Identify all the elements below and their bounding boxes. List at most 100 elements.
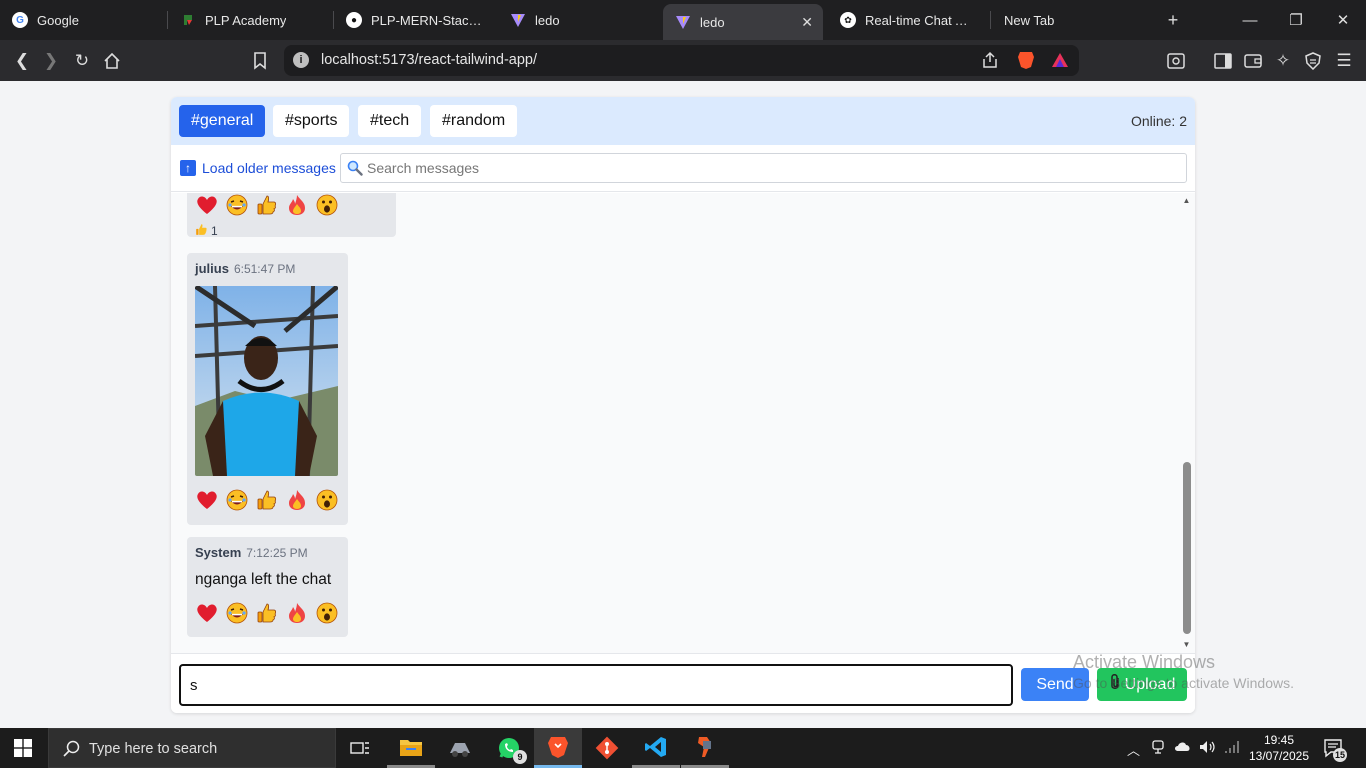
message-time: 7:12:25 PM	[246, 546, 308, 560]
thumbs-up-icon	[195, 223, 208, 239]
tab-label: PLP-MERN-Stack-Dev	[371, 12, 486, 28]
search-input[interactable]	[367, 154, 1177, 182]
onedrive-icon[interactable]	[1174, 740, 1192, 755]
laughing-reaction-icon[interactable]	[225, 601, 249, 625]
share-icon[interactable]	[981, 51, 999, 74]
room-general-button[interactable]: #general	[179, 105, 266, 137]
message-item: 1	[187, 193, 396, 239]
windows-start-icon[interactable]	[14, 739, 32, 757]
scrollbar-thumb[interactable]	[1183, 462, 1191, 634]
tab-ledo[interactable]: ledo	[498, 0, 658, 40]
message-scrollbar[interactable]: ▲ ▼	[1182, 197, 1191, 649]
heart-reaction-icon[interactable]	[195, 193, 219, 217]
restore-icon[interactable]: ❐	[1273, 0, 1319, 40]
laughing-reaction-icon[interactable]	[225, 488, 249, 512]
whatsapp-icon[interactable]: 9	[485, 728, 533, 768]
whatsapp-badge: 9	[513, 750, 527, 764]
surprised-reaction-icon[interactable]	[315, 488, 339, 512]
room-tech-button[interactable]: #tech	[358, 105, 422, 137]
reload-icon[interactable]: ↻	[69, 48, 95, 74]
compose-bar: Send Upload	[171, 653, 1195, 713]
scroll-up-icon[interactable]: ▲	[1182, 197, 1191, 205]
brave-shields-icon[interactable]	[1017, 50, 1035, 75]
url-text: localhost:5173/react-tailwind-app/	[321, 52, 538, 68]
github-icon: ●	[346, 12, 362, 28]
app-icon[interactable]	[436, 728, 484, 768]
tab-label: Google	[37, 12, 79, 28]
brave-browser-icon[interactable]	[534, 728, 582, 768]
message-input[interactable]	[179, 664, 1013, 706]
brave-rewards-icon[interactable]	[1051, 51, 1069, 74]
back-icon[interactable]: ❮	[9, 48, 35, 74]
reader-mode-icon[interactable]	[1163, 48, 1189, 74]
search-box	[340, 153, 1187, 183]
thumbs-up-reaction-icon[interactable]	[255, 488, 279, 512]
message-text: nganga left the chat	[195, 571, 332, 588]
tray-chevron-up-icon[interactable]: ︿	[1127, 740, 1140, 759]
volume-icon[interactable]	[1199, 740, 1217, 757]
search-row: ↑ Load older messages	[171, 145, 1195, 192]
laughing-reaction-icon[interactable]	[225, 193, 249, 217]
search-icon	[347, 160, 363, 176]
wallet-icon[interactable]	[1240, 48, 1266, 74]
up-arrow-icon: ↑	[180, 160, 196, 176]
address-bar[interactable]: i localhost:5173/react-tailwind-app/	[284, 45, 1079, 76]
vpn-icon[interactable]	[1300, 48, 1326, 74]
room-random-button[interactable]: #random	[430, 105, 518, 137]
surprised-reaction-icon[interactable]	[315, 601, 339, 625]
tab-plp-academy[interactable]: PLP Academy	[168, 0, 332, 40]
forward-icon[interactable]: ❯	[38, 48, 64, 74]
taskbar-clock[interactable]: 19:45 13/07/2025	[1246, 732, 1312, 764]
scroll-down-icon[interactable]: ▼	[1182, 641, 1191, 649]
browser-tab-bar: G Google PLP Academy ● PLP-MERN-Stack-De…	[0, 0, 1366, 40]
minimize-icon[interactable]: —	[1227, 0, 1273, 40]
tab-new[interactable]: New Tab	[992, 0, 1142, 40]
tab-google[interactable]: G Google	[0, 0, 166, 40]
meet-now-icon[interactable]	[1151, 740, 1165, 757]
tab-label: New Tab	[1004, 12, 1055, 28]
vite-icon	[510, 12, 526, 28]
fire-reaction-icon[interactable]	[285, 488, 309, 512]
close-icon[interactable]: ✕	[801, 14, 813, 31]
load-older-label: Load older messages	[202, 160, 336, 176]
tab-chat-app[interactable]: ✿ Real-time Chat App S	[828, 0, 988, 40]
thumbs-up-reaction-icon[interactable]	[255, 601, 279, 625]
window-close-icon[interactable]: ✕	[1320, 0, 1366, 40]
browser-toolbar: ❮ ❯ ↻ i localhost:5173/react-tailwind-ap…	[0, 40, 1366, 81]
clock-time: 19:45	[1263, 733, 1295, 747]
new-tab-plus-icon[interactable]: +	[1150, 0, 1196, 40]
surprised-reaction-icon[interactable]	[315, 193, 339, 217]
tab-github[interactable]: ● PLP-MERN-Stack-Dev	[334, 0, 498, 40]
message-photo[interactable]	[195, 286, 338, 476]
menu-icon[interactable]: ☰	[1331, 48, 1357, 74]
tab-label: ledo	[700, 14, 725, 30]
thumbs-up-reaction-icon[interactable]	[255, 193, 279, 217]
fire-reaction-icon[interactable]	[285, 193, 309, 217]
leo-ai-icon[interactable]: ✧	[1270, 48, 1296, 74]
bookmark-icon[interactable]	[247, 48, 273, 74]
load-older-button[interactable]: ↑ Load older messages	[180, 160, 336, 176]
home-icon[interactable]	[99, 48, 125, 74]
tab-ledo-active[interactable]: ledo ✕	[663, 4, 823, 40]
heart-reaction-icon[interactable]	[195, 601, 219, 625]
sidebar-icon[interactable]	[1210, 48, 1236, 74]
git-icon[interactable]	[583, 728, 631, 768]
plp-icon	[180, 12, 196, 28]
room-sports-button[interactable]: #sports	[273, 105, 350, 137]
chat-app: #general #sports #tech #random Online: 2…	[171, 97, 1195, 713]
site-info-icon[interactable]: i	[293, 52, 309, 68]
clock-date: 13/07/2025	[1248, 749, 1310, 763]
vscode-icon[interactable]	[632, 728, 680, 768]
message-header: julius 6:51:47 PM	[195, 261, 340, 276]
message-header: System 7:12:25 PM	[195, 545, 340, 560]
fire-reaction-icon[interactable]	[285, 601, 309, 625]
message-list[interactable]: 1 julius 6:51:47 PM System 7:12:25 PM ng…	[171, 193, 1195, 653]
send-button[interactable]: Send	[1021, 668, 1089, 701]
task-view-icon[interactable]	[336, 728, 384, 768]
taskbar-search[interactable]: Type here to search	[48, 728, 336, 768]
heart-reaction-icon[interactable]	[195, 488, 219, 512]
file-explorer-icon[interactable]	[387, 728, 435, 768]
upload-button[interactable]: Upload	[1097, 668, 1187, 701]
postman-icon[interactable]	[681, 728, 729, 768]
network-icon[interactable]	[1224, 740, 1240, 757]
